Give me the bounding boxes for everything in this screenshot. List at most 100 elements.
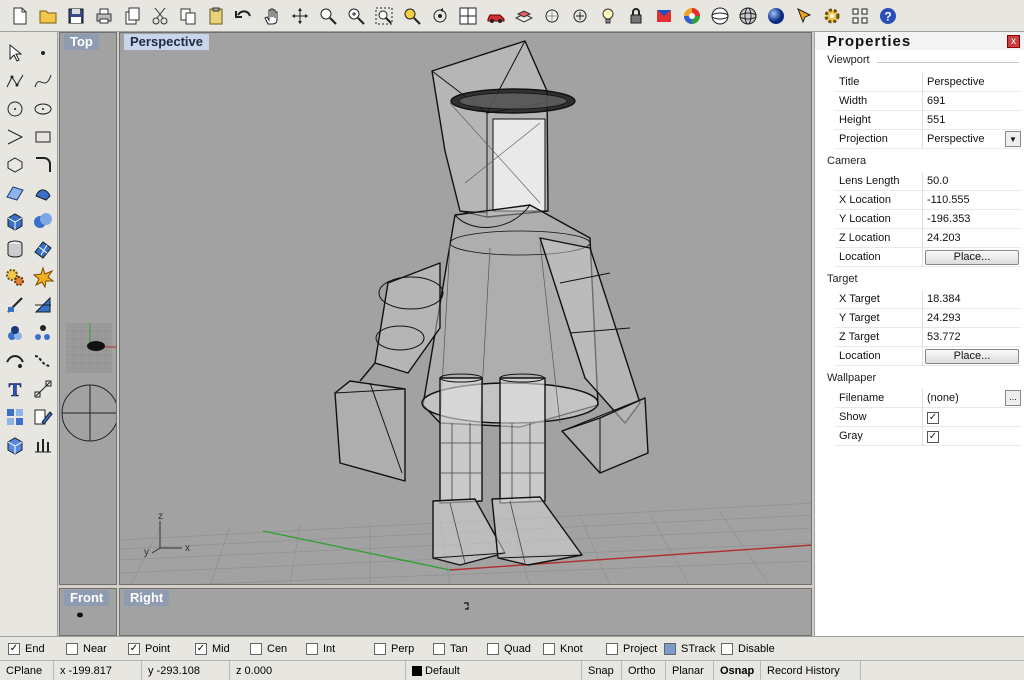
rectangle-icon[interactable]: [30, 124, 56, 150]
browse-button[interactable]: ...: [1005, 389, 1021, 406]
ellipse-icon[interactable]: [30, 96, 56, 122]
light-bulb-icon[interactable]: [594, 2, 622, 30]
osnap-near[interactable]: Near: [66, 642, 128, 655]
cylinder-icon[interactable]: [2, 236, 28, 262]
ghosted-sphere-icon[interactable]: [734, 2, 762, 30]
record-history-toggle[interactable]: Record History: [761, 660, 861, 680]
top-viewport[interactable]: Top: [59, 32, 117, 585]
osnap-project-checkbox[interactable]: [606, 642, 618, 655]
osnap-tan-checkbox[interactable]: [433, 642, 445, 655]
osnap-strack[interactable]: STrack: [664, 642, 721, 655]
circle-icon[interactable]: [2, 96, 28, 122]
polygon-icon[interactable]: [2, 152, 28, 178]
osnap-toggle[interactable]: Osnap: [714, 660, 761, 680]
copy-icon[interactable]: [174, 2, 202, 30]
viewport-title-field[interactable]: Perspective: [923, 73, 1021, 92]
transform-gears-icon[interactable]: [2, 264, 28, 290]
filename-field[interactable]: (none) ...: [923, 389, 1021, 408]
new-file-icon[interactable]: [6, 2, 34, 30]
blend-curve-icon[interactable]: [30, 348, 56, 374]
analyze-icon[interactable]: [2, 292, 28, 318]
osnap-knot-checkbox[interactable]: [543, 642, 555, 655]
osnap-cen[interactable]: Cen: [250, 642, 306, 655]
boolean-spheres-icon[interactable]: [30, 208, 56, 234]
render-box-icon[interactable]: [2, 432, 28, 458]
curve-icon[interactable]: [30, 68, 56, 94]
edit-points-icon[interactable]: [30, 404, 56, 430]
osnap-perp[interactable]: Perp: [374, 642, 433, 655]
sweep-icon[interactable]: [2, 348, 28, 374]
chevron-down-icon[interactable]: ▼: [1005, 130, 1021, 147]
osnap-end-checkbox[interactable]: ✓: [8, 642, 20, 655]
osnap-point-checkbox[interactable]: ✓: [128, 642, 140, 655]
array-icon[interactable]: [30, 320, 56, 346]
select-arrow-icon[interactable]: [2, 40, 28, 66]
extrude-icon[interactable]: [30, 432, 56, 458]
z-location-field[interactable]: 24.203: [923, 229, 1021, 248]
grid-tools-icon[interactable]: [846, 2, 874, 30]
fillet-icon[interactable]: [30, 152, 56, 178]
gray-checkbox[interactable]: ✓: [927, 430, 939, 443]
osnap-strack-checkbox[interactable]: [664, 642, 676, 655]
osnap-end[interactable]: ✓ End: [8, 642, 66, 655]
lens-length-field[interactable]: 50.0: [923, 172, 1021, 191]
ortho-toggle[interactable]: Ortho: [622, 660, 666, 680]
pan-hand-icon[interactable]: [258, 2, 286, 30]
explode-icon[interactable]: [30, 264, 56, 290]
zoom-selected-icon[interactable]: [398, 2, 426, 30]
zoom-dynamic-icon[interactable]: [342, 2, 370, 30]
surface-tools-icon[interactable]: [30, 180, 56, 206]
open-folder-icon[interactable]: [34, 2, 62, 30]
rotate-camera-icon[interactable]: [426, 2, 454, 30]
osnap-disable[interactable]: Disable: [721, 642, 781, 655]
osnap-tan[interactable]: Tan: [433, 642, 487, 655]
arc-icon[interactable]: [2, 124, 28, 150]
osnap-knot[interactable]: Knot: [543, 642, 606, 655]
right-viewport[interactable]: Right: [119, 588, 812, 636]
osnap-cen-checkbox[interactable]: [250, 642, 262, 655]
point-icon[interactable]: [30, 40, 56, 66]
y-target-field[interactable]: 24.293: [923, 309, 1021, 328]
wireframe-sphere-icon[interactable]: [706, 2, 734, 30]
z-target-field[interactable]: 53.772: [923, 328, 1021, 347]
current-layer[interactable]: Default: [406, 660, 582, 680]
cplane-icon[interactable]: [538, 2, 566, 30]
osnap-quad[interactable]: Quad: [487, 642, 543, 655]
osnap-disable-checkbox[interactable]: [721, 642, 733, 655]
cplane-label[interactable]: CPlane: [0, 660, 54, 680]
osnap-quad-checkbox[interactable]: [487, 642, 499, 655]
tip-arrow-icon[interactable]: [790, 2, 818, 30]
zoom-window-icon[interactable]: [314, 2, 342, 30]
group-icon[interactable]: [2, 320, 28, 346]
materials-icon[interactable]: [650, 2, 678, 30]
lock-icon[interactable]: [622, 2, 650, 30]
layers-icon[interactable]: [510, 2, 538, 30]
print-icon[interactable]: [90, 2, 118, 30]
perspective-viewport[interactable]: Perspective z x y: [119, 32, 812, 585]
close-icon[interactable]: x: [1007, 35, 1020, 48]
grid-blocks-icon[interactable]: [2, 404, 28, 430]
projection-select[interactable]: Perspective ▼: [923, 130, 1021, 149]
x-location-field[interactable]: -110.555: [923, 191, 1021, 210]
split-icon[interactable]: [30, 292, 56, 318]
color-wheel-icon[interactable]: [678, 2, 706, 30]
paste-icon[interactable]: [202, 2, 230, 30]
shaded-sphere-icon[interactable]: [762, 2, 790, 30]
undo-icon[interactable]: [230, 2, 258, 30]
target-place-button[interactable]: Place...: [925, 348, 1019, 364]
mesh-icon[interactable]: [30, 236, 56, 262]
cut-icon[interactable]: [146, 2, 174, 30]
front-viewport[interactable]: Front: [59, 588, 117, 636]
osnap-near-checkbox[interactable]: [66, 642, 78, 655]
gear-icon[interactable]: [818, 2, 846, 30]
snap-toggle[interactable]: Snap: [582, 660, 622, 680]
osnap-mid-checkbox[interactable]: ✓: [195, 642, 207, 655]
box-solid-icon[interactable]: [2, 208, 28, 234]
rotate-view-icon[interactable]: [286, 2, 314, 30]
text-icon[interactable]: T: [2, 376, 28, 402]
four-viewports-icon[interactable]: [454, 2, 482, 30]
car-render-icon[interactable]: [482, 2, 510, 30]
dimension-icon[interactable]: [30, 376, 56, 402]
osnap-point[interactable]: ✓ Point: [128, 642, 195, 655]
x-target-field[interactable]: 18.384: [923, 290, 1021, 309]
